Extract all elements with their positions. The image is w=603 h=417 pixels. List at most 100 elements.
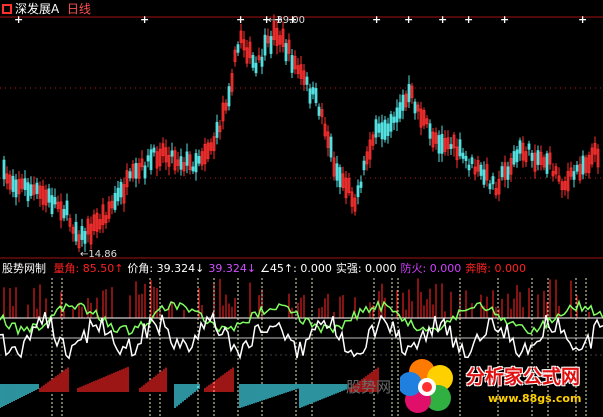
candle xyxy=(53,197,57,205)
candle xyxy=(506,166,510,180)
candle xyxy=(269,36,273,54)
candle xyxy=(290,55,294,73)
candle xyxy=(146,155,150,162)
candle xyxy=(185,151,189,166)
candle xyxy=(116,187,120,202)
candle xyxy=(374,119,378,138)
candle xyxy=(500,166,504,178)
candle xyxy=(80,226,84,240)
candle xyxy=(29,184,33,196)
indicator-values: 量角: 85.50↑ 价角: 39.324↓ 39.324↓ ∠45↑: 0.000 实… xyxy=(54,262,530,275)
indicator-item: 39.324↓ xyxy=(208,262,257,275)
signal-marker: + xyxy=(140,13,149,26)
candle xyxy=(11,175,15,192)
candle xyxy=(530,152,534,161)
candle xyxy=(461,152,465,159)
candle xyxy=(236,44,240,53)
candle xyxy=(314,88,318,104)
candle xyxy=(437,135,441,154)
flower-logo-icon xyxy=(400,359,453,413)
period-label[interactable]: 日线 xyxy=(67,2,91,16)
candle xyxy=(479,164,483,176)
candle xyxy=(440,133,444,154)
candle xyxy=(14,179,18,198)
indicator-item: 奔腾: 0.000 xyxy=(465,262,526,275)
candle xyxy=(335,163,339,181)
candle xyxy=(482,169,486,185)
signal-marker: + xyxy=(404,13,413,26)
candle xyxy=(572,171,576,180)
candle xyxy=(215,121,219,138)
candle xyxy=(380,122,384,140)
candle xyxy=(305,76,309,85)
indicator-item: ∠45↑: 0.000 xyxy=(260,262,332,275)
watermark-text: 股势网 xyxy=(346,378,392,396)
stock-name: 深发展A xyxy=(15,2,60,16)
candle xyxy=(362,160,366,171)
candle xyxy=(317,106,321,116)
candle xyxy=(536,150,540,165)
indicator-name[interactable]: 股势网制 xyxy=(2,262,46,275)
candle xyxy=(23,178,27,190)
candle xyxy=(128,171,132,179)
candle xyxy=(311,87,315,95)
candle xyxy=(26,182,30,202)
candle xyxy=(386,123,390,136)
candle xyxy=(545,153,549,174)
brand-name: 分析家公式网 xyxy=(466,366,581,388)
candle xyxy=(50,195,54,215)
candle xyxy=(470,157,474,165)
candle xyxy=(83,231,87,244)
candle xyxy=(527,143,531,150)
candle xyxy=(449,144,453,150)
candle xyxy=(134,163,138,179)
candle xyxy=(458,139,462,157)
candle xyxy=(308,88,312,104)
candle xyxy=(413,101,417,114)
candle xyxy=(407,83,411,103)
candle xyxy=(377,123,381,133)
chart-canvas[interactable]: + + + + + + + + + + + + xyxy=(0,0,603,417)
signal-marker: + xyxy=(464,13,473,26)
candle xyxy=(467,164,471,171)
signal-marker: + xyxy=(500,13,509,26)
candle xyxy=(143,165,147,179)
candle xyxy=(284,43,288,62)
candle xyxy=(359,181,363,188)
candle xyxy=(260,56,264,67)
high-price-label: ←39.00 xyxy=(268,15,306,26)
candle xyxy=(170,150,174,157)
candle xyxy=(401,94,405,111)
candle xyxy=(491,176,495,185)
indicator-item: 实强: 0.000 xyxy=(335,262,397,275)
candle xyxy=(515,149,519,163)
indicator-header: 股势网制 量角: 85.50↑ 价角: 39.324↓ 39.324↓ ∠45↑: 0… xyxy=(2,262,534,276)
signal-marker: + xyxy=(372,13,381,26)
candle xyxy=(518,140,522,154)
candle xyxy=(383,119,387,140)
candle xyxy=(47,188,51,203)
signal-marker: + xyxy=(578,13,587,26)
candle xyxy=(356,185,360,198)
candle xyxy=(194,153,198,173)
brand-logo: 分析家公式网 www.88gs.com xyxy=(400,356,603,417)
candle xyxy=(575,164,579,172)
candle xyxy=(488,183,492,190)
candle xyxy=(227,86,231,107)
stock-logo-icon xyxy=(2,4,12,14)
brand-url[interactable]: www.88gs.com xyxy=(488,392,581,405)
candle xyxy=(152,147,156,153)
candle xyxy=(395,107,399,123)
signal-marker: + xyxy=(438,13,447,26)
white-oscillator-line xyxy=(0,311,603,360)
candle xyxy=(398,102,402,119)
candle xyxy=(512,151,516,165)
candle xyxy=(392,116,396,123)
low-price-label: ←14.86 xyxy=(80,249,118,260)
chart-window: + + + + + + + + + + + + 深发展A 日线 ←39.00 ←14.86 股势网制 … xyxy=(0,0,603,417)
candle xyxy=(338,167,342,188)
candle xyxy=(65,200,69,216)
candle xyxy=(119,181,123,198)
candle xyxy=(428,123,432,139)
candle xyxy=(179,156,183,170)
